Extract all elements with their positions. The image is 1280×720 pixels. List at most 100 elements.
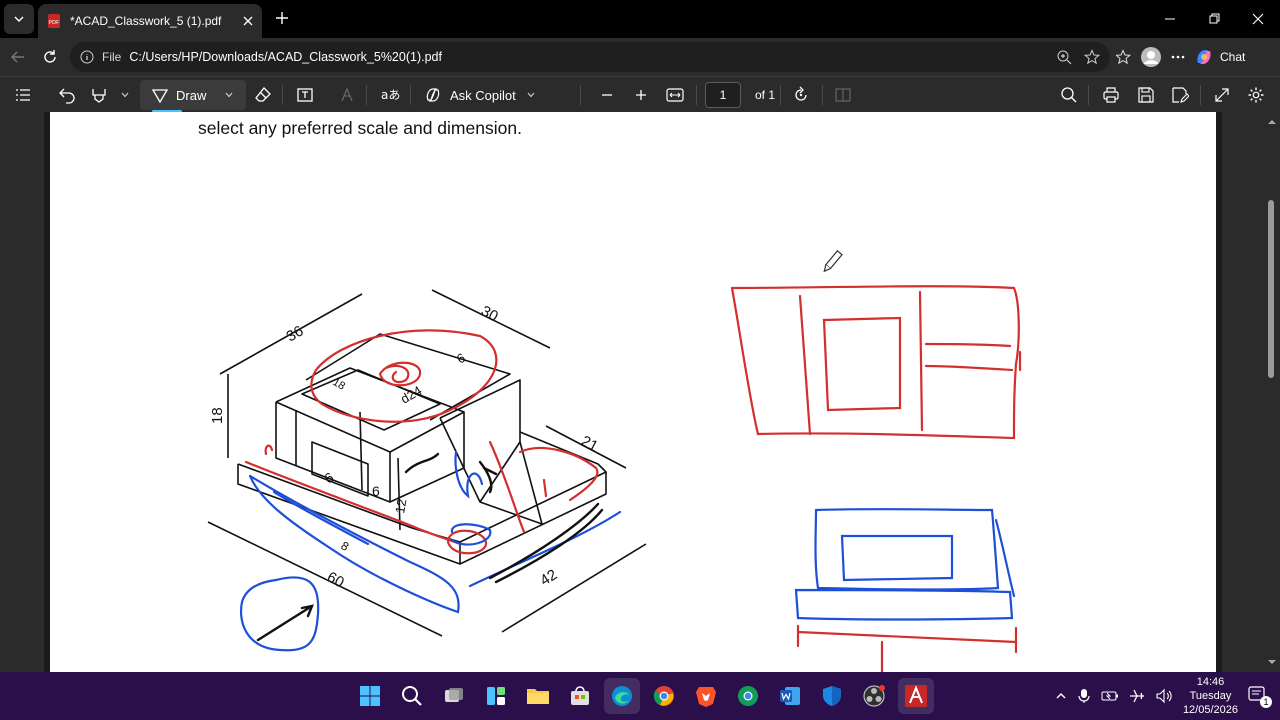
document-area[interactable]: select any preferred scale and dimension… [0, 112, 1280, 672]
dim-12: 12 [392, 498, 409, 515]
read-aloud-icon: aあ [381, 88, 400, 102]
file-explorer-button[interactable] [520, 678, 556, 714]
ask-copilot-button[interactable]: Ask Copilot [424, 77, 536, 113]
restore-button[interactable] [1192, 0, 1236, 38]
svg-text:aあ: aあ [381, 88, 400, 102]
autocad-button[interactable] [898, 678, 934, 714]
airplane-mode-icon[interactable] [1129, 688, 1145, 704]
drawing-canvas[interactable]: 36 30 18 6 18 d24 21 6 6 12 8 60 42 [50, 112, 1216, 672]
chrome-button[interactable] [646, 678, 682, 714]
scroll-thumb[interactable] [1268, 200, 1274, 378]
settings-icon [1248, 87, 1264, 103]
favorites-icon[interactable] [1116, 49, 1132, 65]
toolbar-separator [780, 85, 781, 105]
settings-button[interactable] [1247, 77, 1265, 113]
arrow-left-icon [11, 51, 24, 63]
word-button[interactable] [772, 678, 808, 714]
store-button[interactable] [562, 678, 598, 714]
start-button[interactable] [352, 678, 388, 714]
widgets-button[interactable] [478, 678, 514, 714]
clock[interactable]: 14:46 Tuesday 12/05/2026 [1183, 675, 1238, 717]
chevron-up-icon[interactable] [1055, 690, 1067, 702]
vertical-scrollbar[interactable] [1264, 112, 1280, 672]
toolbar-separator [282, 85, 283, 105]
save-as-button[interactable] [1171, 77, 1189, 113]
store-bag-icon [571, 686, 589, 705]
chrome-icon [653, 686, 674, 706]
toolbar-separator [822, 85, 823, 105]
notification-button[interactable]: 1 [1248, 686, 1272, 708]
scroll-down-icon[interactable] [1264, 656, 1280, 668]
fit-page-button[interactable] [666, 77, 684, 113]
close-tab-icon[interactable] [242, 15, 254, 27]
scroll-up-icon[interactable] [1264, 116, 1280, 128]
undo-button[interactable] [58, 77, 76, 113]
pdf-page[interactable]: select any preferred scale and dimension… [44, 112, 1222, 672]
draw-button[interactable]: Draw [140, 80, 246, 110]
new-tab-button[interactable] [270, 6, 294, 30]
page-number-input[interactable]: 1 [705, 82, 741, 108]
info-icon[interactable] [80, 50, 94, 64]
tab-pdf[interactable]: PDF *ACAD_Classwork_5 (1).pdf [38, 4, 262, 38]
undo-icon [59, 88, 75, 104]
favorite-star-icon[interactable] [1084, 49, 1100, 65]
save-button[interactable] [1137, 77, 1155, 113]
url-text[interactable]: C:/Users/HP/Downloads/ACAD_Classwork_5%2… [129, 50, 442, 64]
battery-icon[interactable] [1101, 689, 1119, 703]
page-view-icon [835, 88, 851, 102]
copilot-icon [426, 88, 440, 102]
toolbar-separator [1088, 85, 1089, 105]
search-taskbar-button[interactable] [394, 678, 430, 714]
page-view-button[interactable] [834, 77, 852, 113]
save-as-icon [1172, 87, 1189, 103]
zoom-out-button[interactable] [600, 77, 614, 113]
window-controls [1148, 0, 1280, 38]
text-color-button[interactable] [338, 77, 356, 113]
folder-icon [527, 689, 549, 704]
save-icon [1138, 87, 1154, 103]
refresh-button[interactable] [34, 41, 66, 73]
read-aloud-button[interactable]: aあ [380, 77, 400, 113]
copilot-chat-button[interactable]: Chat [1194, 47, 1245, 67]
notification-count: 1 [1260, 696, 1272, 708]
zoom-in-button[interactable] [634, 77, 648, 113]
profile-avatar[interactable] [1140, 46, 1162, 68]
chevron-down-icon [14, 16, 24, 22]
textbox-button[interactable] [296, 77, 314, 113]
brave-button[interactable] [688, 678, 724, 714]
address-actions [1056, 42, 1110, 72]
microphone-icon[interactable] [1077, 688, 1091, 704]
chrome-profile-button[interactable] [730, 678, 766, 714]
task-view-button[interactable] [436, 678, 472, 714]
search-icon [1061, 87, 1077, 103]
windows-logo-icon [360, 686, 380, 706]
back-button[interactable] [2, 41, 34, 73]
minimize-button[interactable] [1148, 0, 1192, 38]
print-button[interactable] [1102, 77, 1120, 113]
security-button[interactable] [814, 678, 850, 714]
obs-button[interactable] [856, 678, 892, 714]
more-menu-icon[interactable] [1170, 49, 1186, 65]
autocad-icon [905, 685, 927, 707]
task-view-icon [445, 688, 463, 702]
chrome-icon [738, 686, 758, 706]
rotate-button[interactable] [792, 77, 810, 113]
highlight-button[interactable] [90, 77, 130, 113]
contents-button[interactable] [14, 77, 32, 113]
highlight-icon [92, 89, 106, 103]
toolbar-separator [580, 85, 581, 105]
eraser-button[interactable] [254, 77, 272, 113]
refresh-icon [44, 50, 56, 63]
isometric-drawing [207, 289, 647, 637]
fullscreen-button[interactable] [1213, 77, 1231, 113]
zoom-indicator-icon[interactable] [1056, 49, 1072, 65]
tab-list-button[interactable] [4, 4, 34, 34]
chat-label: Chat [1220, 50, 1246, 64]
close-window-button[interactable] [1236, 0, 1280, 38]
address-bar[interactable]: File C:/Users/HP/Downloads/ACAD_Classwor… [70, 42, 1110, 72]
edge-button[interactable] [604, 678, 640, 714]
volume-icon[interactable] [1155, 688, 1173, 704]
taskbar-apps [352, 676, 934, 716]
search-button[interactable] [1060, 77, 1078, 113]
ask-copilot-label: Ask Copilot [450, 87, 516, 103]
